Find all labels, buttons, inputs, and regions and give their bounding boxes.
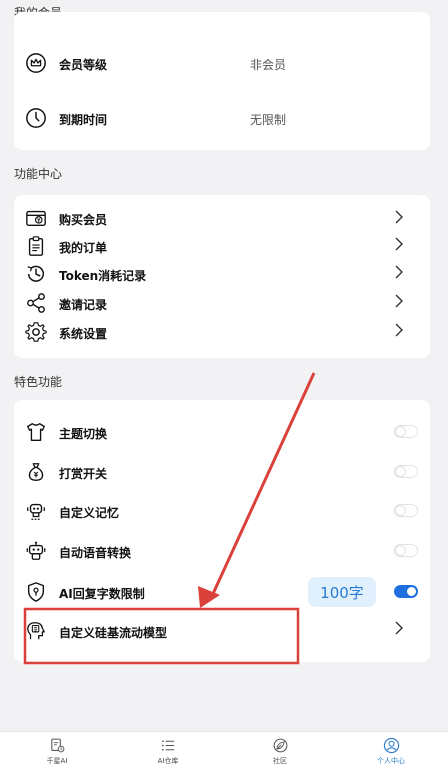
chevron-right-icon bbox=[395, 323, 403, 337]
nav-item-profile[interactable]: 个人中心 bbox=[361, 732, 421, 766]
member-level-value: 非会员 bbox=[250, 58, 287, 72]
feature-item-custom-memory: 自定义记忆 bbox=[14, 498, 430, 524]
function-item-system-settings[interactable]: 系统设置 bbox=[14, 319, 430, 345]
feature-item-theme-switch: 主题切换 bbox=[14, 419, 430, 445]
feature-item-label: 打赏开关 bbox=[59, 467, 108, 481]
clock-history-icon bbox=[24, 262, 48, 286]
shield-icon bbox=[24, 580, 48, 604]
toggle-knob bbox=[395, 545, 406, 556]
function-item-label: 我的订单 bbox=[59, 241, 108, 255]
membership-card: 会员等级 非会员 到期时间 无限制 bbox=[14, 12, 430, 150]
crown-badge-icon bbox=[24, 51, 48, 75]
gear-icon bbox=[24, 320, 48, 344]
nav-item-label: 千星AI bbox=[46, 757, 68, 765]
function-item-label: 系统设置 bbox=[59, 327, 108, 341]
tip-toggle[interactable] bbox=[394, 465, 418, 478]
memory-toggle[interactable] bbox=[394, 504, 418, 517]
nav-item-label: 个人中心 bbox=[377, 757, 405, 765]
feature-item-tip-switch: 打赏开关 bbox=[14, 459, 430, 485]
nav-item-community[interactable]: 社区 bbox=[250, 732, 310, 766]
chevron-right-icon bbox=[395, 265, 403, 279]
section-title-features: 特色功能 bbox=[14, 375, 63, 389]
doc-clock-icon bbox=[50, 738, 64, 753]
share-icon bbox=[24, 291, 48, 315]
clipboard-icon bbox=[24, 234, 48, 258]
expiry-label: 到期时间 bbox=[59, 113, 108, 127]
list-icon bbox=[161, 740, 174, 751]
bottom-nav: 千星AI AI仓库 社区 个人中心 bbox=[0, 731, 448, 768]
feature-item-label: AI回复字数限制 bbox=[59, 587, 145, 601]
function-item-label: 邀请记录 bbox=[59, 298, 108, 312]
nav-item-label: 社区 bbox=[273, 757, 287, 765]
leaf-icon bbox=[273, 738, 287, 753]
nav-item-qianxing-ai[interactable]: 千星AI bbox=[27, 732, 87, 766]
wallet-card-icon bbox=[24, 206, 48, 230]
function-item-buy-membership[interactable]: 购买会员 bbox=[14, 205, 430, 231]
toggle-knob bbox=[395, 466, 406, 477]
feature-item-label: 主题切换 bbox=[59, 427, 108, 441]
tshirt-icon bbox=[24, 420, 48, 444]
chevron-right-icon bbox=[395, 294, 403, 308]
chevron-right-icon bbox=[395, 621, 403, 635]
reply-limit-badge[interactable]: 100字 bbox=[308, 577, 376, 607]
section-title-functions: 功能中心 bbox=[14, 167, 63, 181]
toggle-knob bbox=[406, 586, 417, 597]
brain-head-icon bbox=[24, 619, 48, 643]
nav-item-label: AI仓库 bbox=[157, 757, 179, 765]
clock-icon bbox=[24, 106, 48, 130]
robot-icon bbox=[24, 499, 48, 523]
feature-item-label: 自动语音转换 bbox=[59, 546, 132, 560]
feature-item-auto-voice: 自动语音转换 bbox=[14, 538, 430, 564]
feature-item-label: 自定义硅基流动模型 bbox=[59, 626, 168, 640]
function-item-label: 购买会员 bbox=[59, 213, 108, 227]
user-circle-icon bbox=[383, 737, 399, 754]
expiry-value: 无限制 bbox=[250, 113, 287, 127]
voice-toggle[interactable] bbox=[394, 544, 418, 557]
toggle-knob bbox=[395, 505, 406, 516]
robot-voice-icon bbox=[24, 539, 48, 563]
features-card: 主题切换 打赏开关 自定义记忆 自动语音转换 AI回复字数限制 100字 自定义… bbox=[14, 400, 430, 662]
chevron-right-icon bbox=[395, 237, 403, 251]
expiry-row[interactable]: 到期时间 无限制 bbox=[14, 103, 430, 133]
feature-item-label: 自定义记忆 bbox=[59, 506, 120, 520]
member-level-label: 会员等级 bbox=[59, 58, 108, 72]
feature-item-custom-siliconflow-model[interactable]: 自定义硅基流动模型 bbox=[14, 618, 430, 644]
theme-toggle[interactable] bbox=[394, 425, 418, 438]
member-level-row[interactable]: 会员等级 非会员 bbox=[14, 48, 430, 78]
function-item-invite-records[interactable]: 邀请记录 bbox=[14, 290, 430, 316]
functions-card: 购买会员 我的订单 Token消耗记录 邀请记录 系统设置 bbox=[14, 195, 430, 358]
function-item-token-records[interactable]: Token消耗记录 bbox=[14, 261, 430, 287]
nav-item-ai-warehouse[interactable]: AI仓库 bbox=[138, 732, 198, 766]
function-item-label: Token消耗记录 bbox=[59, 269, 147, 283]
money-bag-icon bbox=[24, 460, 48, 484]
function-item-my-orders[interactable]: 我的订单 bbox=[14, 233, 430, 259]
toggle-knob bbox=[395, 426, 406, 437]
reply-limit-toggle[interactable] bbox=[394, 585, 418, 598]
chevron-right-icon bbox=[395, 210, 403, 224]
feature-item-reply-length-limit: AI回复字数限制 100字 bbox=[14, 577, 430, 607]
